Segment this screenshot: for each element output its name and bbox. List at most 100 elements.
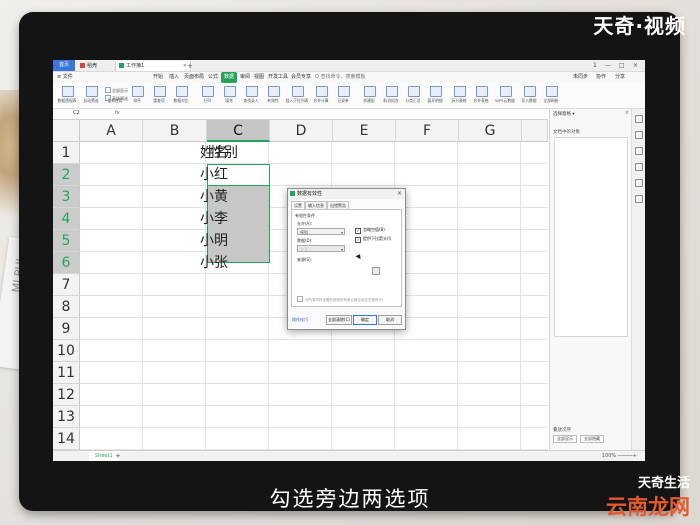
tab-input-message[interactable]: 输入信息 [305, 201, 327, 209]
clear-all-button[interactable]: 全部清除(C) [326, 315, 352, 325]
menu-data[interactable]: 数据 [221, 72, 238, 83]
menu-file[interactable]: ≡ 文件 [57, 72, 73, 83]
sort-button[interactable]: 排序 [125, 85, 149, 107]
objects-list[interactable] [554, 137, 628, 337]
search-command-input[interactable]: Q 查找命令、搜索模板 [315, 73, 373, 81]
add-sheet-button[interactable]: + [115, 451, 121, 461]
auto-filter-button[interactable]: 自动筛选 [79, 85, 103, 107]
row-header-9[interactable]: 9 [53, 318, 80, 340]
sync-status[interactable]: 未同步 [573, 72, 588, 83]
group-button[interactable]: 创建组 [357, 85, 381, 107]
column-header-f[interactable]: F [396, 120, 459, 142]
row-header-8[interactable]: 8 [53, 296, 80, 318]
row-header-1[interactable]: 1 [53, 142, 80, 164]
operation-tips-link[interactable]: 操作技巧 [292, 317, 308, 323]
refresh-all-button[interactable]: 全部刷新 [539, 85, 563, 107]
apply-to-all-checkbox[interactable]: 对所有同样设置的其他所有单元格应用这些更改(P) [297, 296, 383, 303]
column-header-e[interactable]: E [333, 120, 396, 142]
column-header-b[interactable]: B [143, 120, 207, 142]
style-icon[interactable] [635, 131, 643, 139]
cell-c1[interactable]: 性别 [210, 142, 238, 164]
subtotal-button[interactable]: 分类汇总 [401, 85, 425, 107]
fill-button[interactable]: 填充 [217, 85, 241, 107]
menu-review[interactable]: 审阅 [240, 72, 250, 83]
row-header-6[interactable]: 6 [53, 252, 80, 274]
range-select-icon[interactable] [372, 267, 380, 275]
close-window-icon[interactable]: × [633, 60, 638, 71]
cell-b5[interactable]: 小明 [200, 230, 228, 252]
column-header-d[interactable]: D [270, 120, 333, 142]
minimize-icon[interactable]: — [605, 60, 611, 71]
split-table-button[interactable]: 拆分表格 [447, 85, 471, 107]
ignore-blank-checkbox[interactable]: ✓ 忽略空值(B) [355, 227, 385, 234]
lookup-entry-button[interactable]: 查找录入 [239, 85, 263, 107]
row-header-10[interactable]: 10 [53, 340, 80, 362]
wps-cloud-data-button[interactable]: WPS云数据 [493, 85, 517, 107]
ungroup-button[interactable]: 取消组合 [379, 85, 403, 107]
menu-member[interactable]: 会员专享 [291, 72, 311, 83]
data-compare-button[interactable]: 数据对比 [169, 85, 193, 107]
consolidate-button[interactable]: 合并计算 [309, 85, 333, 107]
row-header-7[interactable]: 7 [53, 274, 80, 296]
dialog-close-icon[interactable]: × [397, 189, 402, 199]
menu-home[interactable]: 开始 [153, 72, 163, 83]
allow-select[interactable]: 序列 [297, 228, 345, 236]
row-header-12[interactable]: 12 [53, 384, 80, 406]
advanced-filter-button[interactable]: 高级筛选 [105, 95, 128, 101]
row-header-14[interactable]: 14 [53, 428, 80, 450]
show-all-objects-button[interactable]: 全部显示 [553, 435, 577, 443]
help-icon[interactable] [635, 195, 643, 203]
backup-icon[interactable] [635, 163, 643, 171]
collaborate-button[interactable]: 协作 [596, 72, 606, 83]
cell-b4[interactable]: 小李 [200, 208, 228, 230]
pointer-icon[interactable] [635, 115, 643, 123]
column-header-c[interactable]: C [207, 120, 270, 142]
ok-button[interactable]: 确定 [353, 315, 377, 325]
share-button[interactable]: 分享 [615, 72, 625, 83]
show-detail-button[interactable]: 展开明细 [423, 85, 447, 107]
column-header-a[interactable]: A [80, 120, 143, 142]
name-box[interactable]: C2 [55, 110, 111, 117]
text-to-columns-button[interactable]: 分列 [195, 85, 219, 107]
cell-b3[interactable]: 小黄 [200, 186, 228, 208]
cell-b2[interactable]: 小红 [200, 164, 228, 186]
row-header-13[interactable]: 13 [53, 406, 80, 428]
pivot-table-button[interactable]: 数据透视表 [55, 85, 79, 107]
insert-dropdown-button[interactable]: 插入下拉列表 [285, 85, 309, 107]
selection-pane-title[interactable]: 选择窗格 ▾ [553, 111, 575, 117]
close-pane-icon[interactable]: × [625, 110, 629, 116]
window-count-badge[interactable]: 1 [593, 60, 597, 71]
column-header-h[interactable] [522, 120, 548, 142]
home-tab[interactable]: 首页 [53, 60, 75, 71]
row-header-3[interactable]: 3 [53, 186, 80, 208]
shape-icon[interactable] [635, 147, 643, 155]
cell-b6[interactable]: 小张 [200, 252, 228, 274]
new-tab-button[interactable]: + [187, 61, 193, 71]
data-operator-select[interactable]: 介于 [297, 245, 345, 253]
row-header-11[interactable]: 11 [53, 362, 80, 384]
menu-insert[interactable]: 插入 [169, 72, 179, 83]
row-header-2[interactable]: 2 [53, 164, 80, 186]
column-header-g[interactable]: G [459, 120, 522, 142]
cancel-button[interactable]: 取消 [378, 315, 402, 325]
in-cell-dropdown-checkbox[interactable]: ✓ 提供下拉箭头(I) [355, 236, 391, 243]
menu-formula[interactable]: 公式 [208, 72, 218, 83]
menu-view[interactable]: 视图 [254, 72, 264, 83]
fx-icon[interactable]: fx [115, 110, 120, 117]
merge-table-button[interactable]: 合并表格 [469, 85, 493, 107]
menu-page-layout[interactable]: 页面布局 [184, 72, 204, 83]
validation-button[interactable]: 有效性 [261, 85, 285, 107]
tab-workbook1[interactable]: 工作簿1 × [115, 61, 191, 71]
menu-developer[interactable]: 开发工具 [268, 72, 288, 83]
zoom-slider[interactable]: 100% ─────+ [602, 451, 637, 461]
hide-all-objects-button[interactable]: 全部隐藏 [580, 435, 604, 443]
row-header-5[interactable]: 5 [53, 230, 80, 252]
gear-icon[interactable] [635, 179, 643, 187]
duplicates-button[interactable]: 重复项 [147, 85, 171, 107]
record-form-button[interactable]: 记录单 [331, 85, 355, 107]
row-header-4[interactable]: 4 [53, 208, 80, 230]
tab-error-alert[interactable]: 出错警告 [327, 201, 349, 209]
import-data-button[interactable]: 导入数据 [517, 85, 541, 107]
maximize-icon[interactable]: □ [619, 60, 625, 71]
tab-settings[interactable]: 设置 [291, 201, 305, 209]
